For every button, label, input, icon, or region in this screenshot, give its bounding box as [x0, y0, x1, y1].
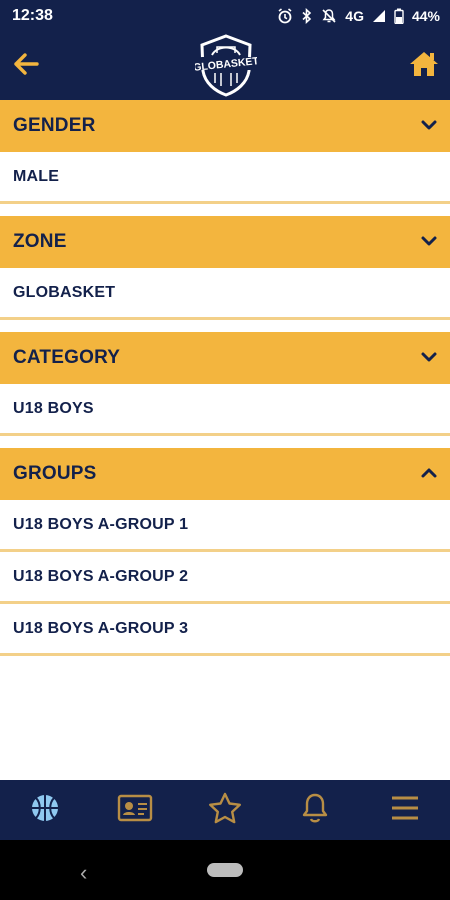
list-item[interactable]: U18 BOYS A-GROUP 1	[0, 500, 450, 552]
globasket-logo: GLOBASKET	[193, 32, 259, 98]
battery-icon	[394, 8, 404, 24]
nav-item-competitions[interactable]	[20, 785, 70, 835]
system-back-icon[interactable]: ‹	[80, 860, 87, 886]
section-header-gender[interactable]: GENDER	[0, 100, 450, 152]
filter-accordion: GENDER MALE ZONE GLOBASKET CATEGORY U18 …	[0, 100, 450, 656]
nav-item-profile[interactable]	[110, 785, 160, 835]
mute-icon	[321, 8, 337, 24]
list-item[interactable]: U18 BOYS	[0, 384, 450, 436]
nav-item-menu[interactable]	[380, 785, 430, 835]
chevron-down-icon	[420, 115, 438, 137]
menu-icon	[390, 795, 420, 826]
back-button[interactable]	[10, 50, 42, 82]
home-button[interactable]	[408, 50, 440, 82]
section-title: GROUPS	[13, 463, 97, 484]
section-header-category[interactable]: CATEGORY	[0, 332, 450, 384]
list-item[interactable]: GLOBASKET	[0, 268, 450, 320]
bell-icon	[300, 792, 330, 829]
star-icon	[208, 792, 242, 829]
network-type: 4G	[345, 8, 364, 24]
bottom-nav	[0, 780, 450, 840]
section-header-groups[interactable]: GROUPS	[0, 448, 450, 500]
list-item[interactable]: U18 BOYS A-GROUP 3	[0, 604, 450, 656]
chevron-down-icon	[420, 231, 438, 253]
list-item[interactable]: U18 BOYS A-GROUP 2	[0, 552, 450, 604]
status-time: 12:38	[12, 7, 53, 24]
id-card-icon	[117, 794, 153, 827]
list-item-label: U18 BOYS	[13, 399, 94, 417]
battery-level: 44%	[411, 8, 440, 24]
list-item-label: MALE	[13, 167, 60, 185]
nav-item-favorites[interactable]	[200, 785, 250, 835]
basketball-icon	[29, 792, 61, 829]
section-header-zone[interactable]: ZONE	[0, 216, 450, 268]
list-item-label: GLOBASKET	[13, 283, 116, 301]
status-bar: 12:38 4G 44%	[0, 0, 450, 32]
chevron-up-icon	[420, 463, 438, 485]
bluetooth-icon	[301, 8, 313, 24]
system-home-button[interactable]	[207, 863, 243, 877]
section-title: GENDER	[13, 115, 96, 136]
arrow-left-icon	[13, 52, 39, 80]
signal-icon	[372, 9, 386, 23]
section-title: CATEGORY	[13, 347, 121, 368]
list-item-label: U18 BOYS A-GROUP 2	[13, 567, 189, 585]
alarm-icon	[277, 8, 293, 24]
list-item[interactable]: MALE	[0, 152, 450, 204]
home-icon	[409, 50, 439, 83]
status-icons: 4G 44%	[277, 8, 440, 24]
nav-item-notifications[interactable]	[290, 785, 340, 835]
list-item-label: U18 BOYS A-GROUP 3	[13, 619, 189, 637]
system-nav-bar: ‹	[0, 840, 450, 900]
list-item-label: U18 BOYS A-GROUP 1	[13, 515, 189, 533]
section-title: ZONE	[13, 231, 67, 252]
chevron-down-icon	[420, 347, 438, 369]
app-bar: GLOBASKET	[0, 32, 450, 100]
